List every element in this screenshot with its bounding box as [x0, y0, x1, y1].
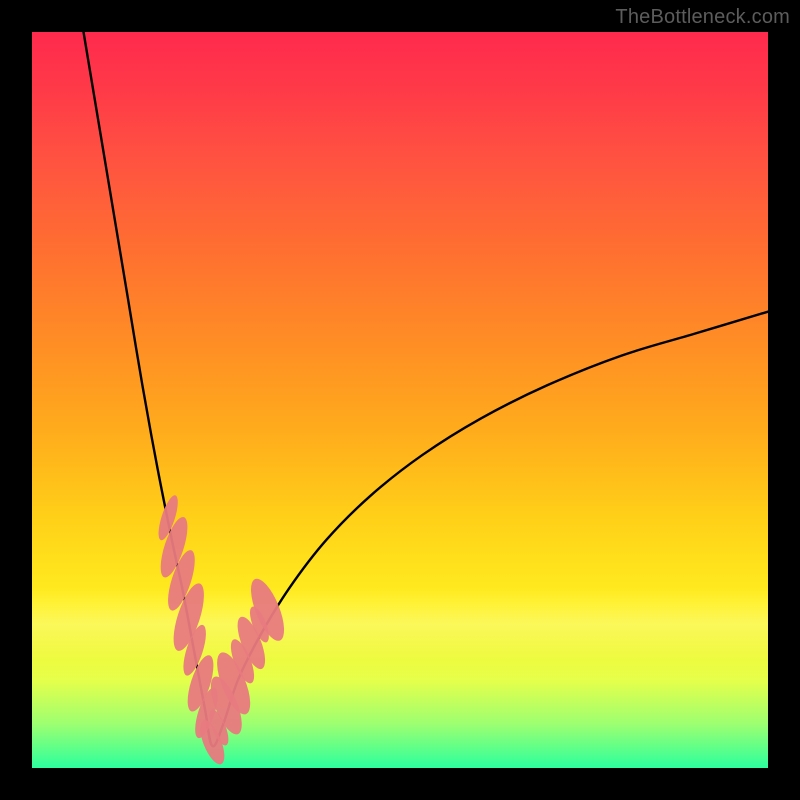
- watermark-text: TheBottleneck.com: [615, 6, 790, 29]
- chart-frame: [32, 32, 768, 768]
- chart-svg: [32, 32, 768, 768]
- marker-layer: [155, 493, 291, 767]
